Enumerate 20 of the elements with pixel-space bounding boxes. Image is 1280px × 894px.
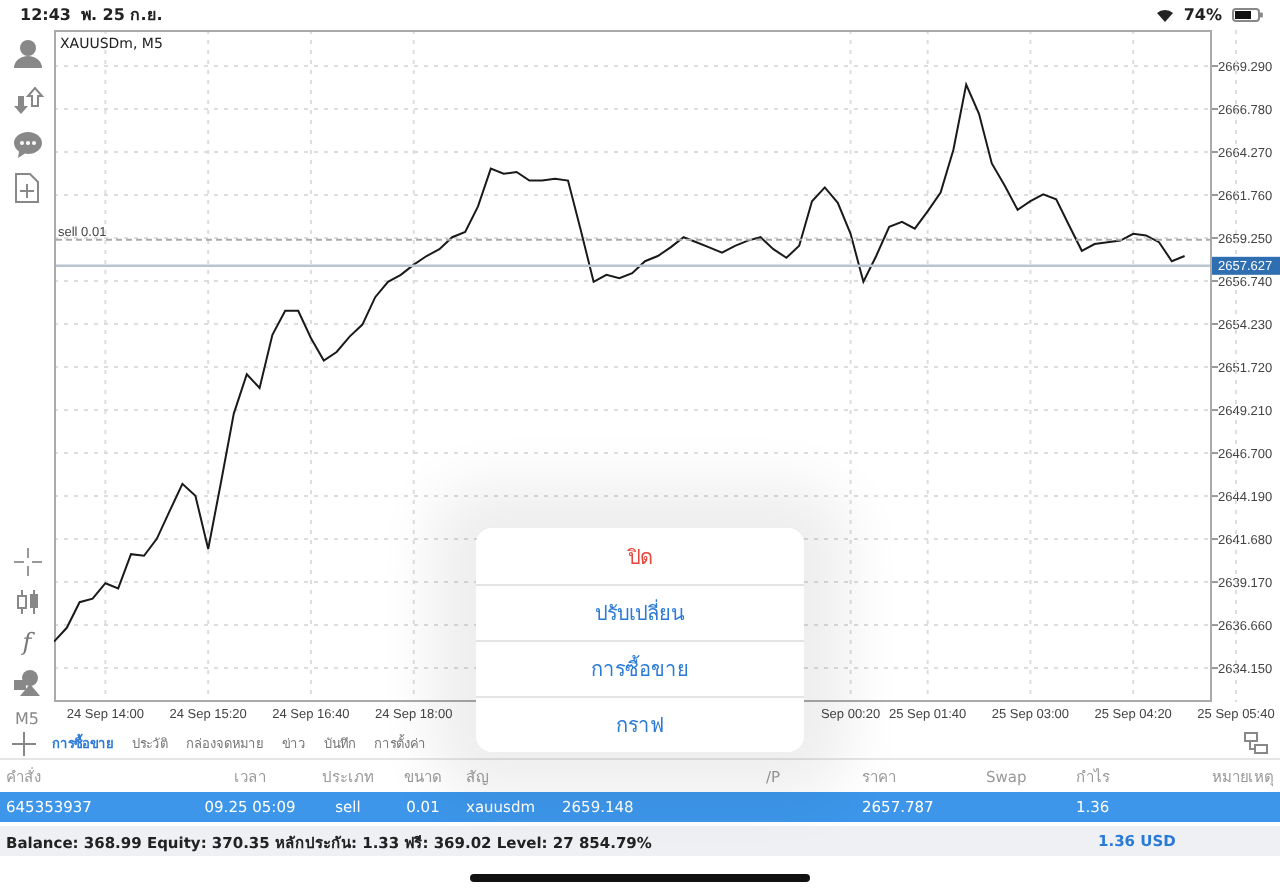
chat-icon[interactable]	[11, 130, 43, 160]
document-plus-icon[interactable]	[14, 172, 40, 204]
battery-percent: 74%	[1183, 6, 1222, 24]
timeframe-button[interactable]: M5	[15, 710, 39, 728]
layout-icon[interactable]	[1244, 732, 1268, 754]
arrows-icon[interactable]	[11, 84, 43, 118]
status-time: 12:43	[20, 6, 71, 24]
shapes-icon[interactable]	[11, 668, 43, 698]
menu-item[interactable]: การซื้อขาย	[476, 640, 804, 696]
wifi-icon	[1155, 8, 1174, 22]
indicators-button[interactable]: f	[22, 628, 32, 656]
candlestick-icon[interactable]	[13, 588, 41, 616]
plus-icon[interactable]	[12, 731, 36, 755]
menu-item[interactable]: ปิด	[476, 528, 804, 584]
crosshair-icon[interactable]	[13, 548, 41, 576]
battery-icon	[1232, 8, 1264, 22]
person-icon[interactable]	[11, 38, 43, 72]
menu-item[interactable]: กราฟ	[476, 696, 804, 752]
status-date: พ. 25 ก.ย.	[80, 4, 163, 28]
menu-item[interactable]: ปรับเปลี่ยน	[476, 584, 804, 640]
